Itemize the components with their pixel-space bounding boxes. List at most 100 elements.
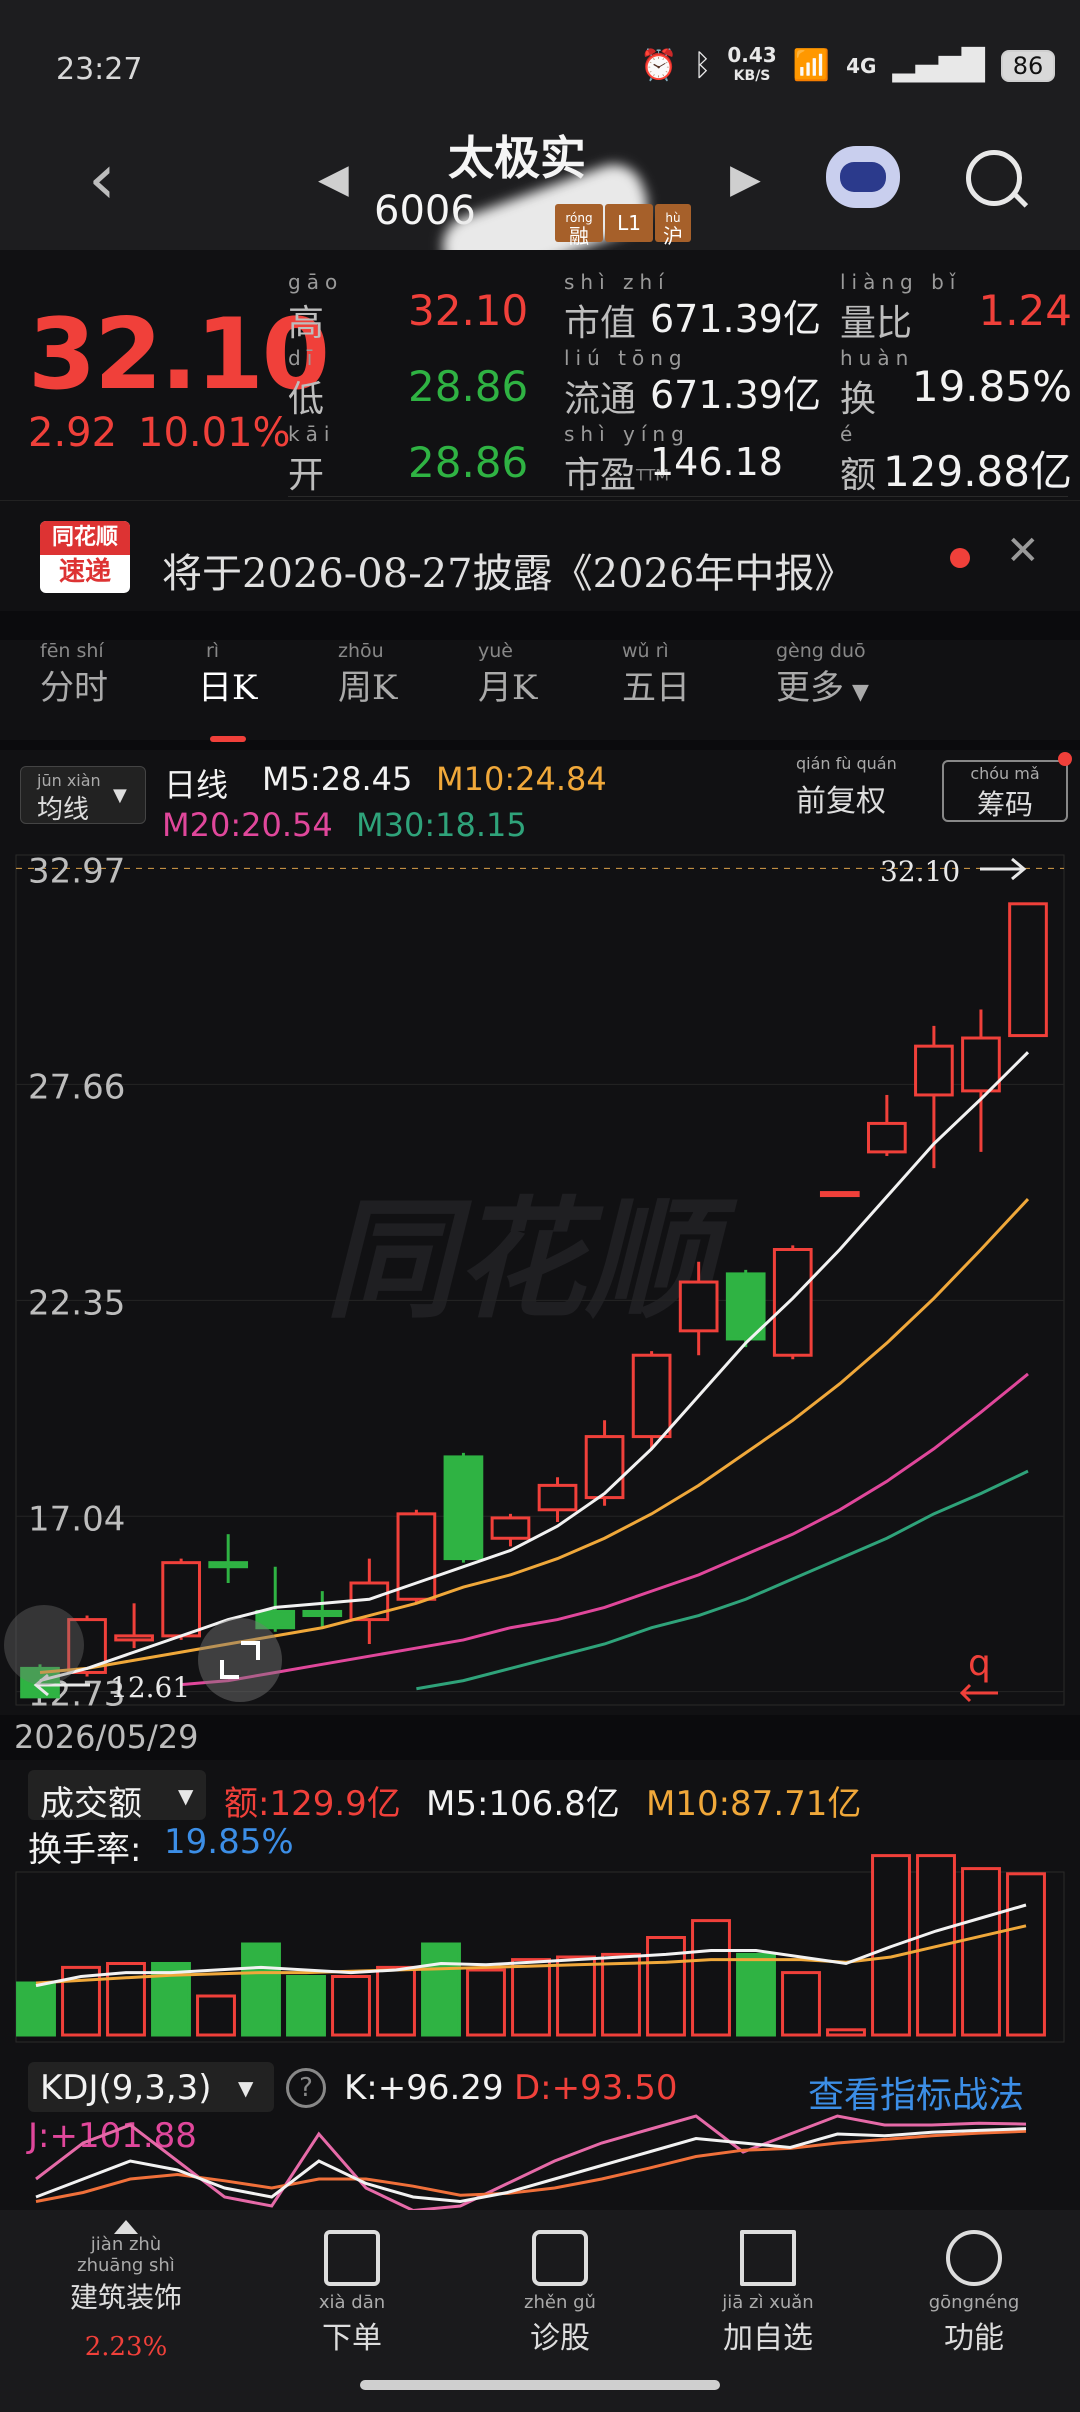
search-icon[interactable] [966,150,1022,206]
plus-icon [740,2230,796,2286]
q-marker-arrow [959,1683,998,1703]
volume-bar [331,1975,371,2037]
sector-change: 2.23% [84,2332,168,2362]
chevron-down-icon: ▼ [113,785,127,806]
quote-value3-0: 1.24 [978,286,1072,335]
next-stock-icon[interactable]: ▶ [730,156,761,202]
home-indicator[interactable] [360,2380,720,2390]
quote-panel: 32.10 2.92 10.01% gāo 高 32.10 shì zhí 市值 671.… [0,250,1080,500]
q-marker-icon: q [968,1643,991,1684]
nav-add-watchlist[interactable]: jiā zì xuǎn 加自选 [698,2230,838,2357]
chevron-down-icon: ▼ [852,680,869,705]
close-icon[interactable]: ✕ [1006,528,1040,574]
battery-indicator: 86 [1000,49,1056,82]
ma10-value: M10:24.84 [436,760,607,798]
price-change-pct: 10.01% [138,410,291,456]
tag-l1: L1 [605,204,653,242]
candle-body [161,1561,201,1638]
current-price: 32.10 [28,298,330,412]
y-tick-label: 27.66 [28,1067,125,1107]
volume-bar [691,1919,731,2037]
chart-tabs: fēn shí 分时 rì 日K zhōu 周K yuè 月K wǔ rì 五日 gèng… [0,640,1080,1372]
menu-icon [946,2230,1002,2286]
chart-start-date: 2026/05/29 [14,1718,199,1756]
volume-bar [736,1952,776,2037]
volume-bar [376,1965,416,2037]
tag-sh: hù 沪 [655,204,691,246]
quote-label3-1: huàn 换 [840,346,915,420]
candlestick-svg[interactable]: 同花顺32.9727.6622.3517.0412.7332.1012.61q [0,845,1080,1715]
nav-functions[interactable]: gōngnéng 功能 [904,2230,1044,2357]
volume-bar [511,1958,551,2037]
stock-name: 太极实 [448,131,586,185]
quote-value3-1: 19.85% [911,362,1072,411]
candle-body [537,1483,578,1512]
ma-selector[interactable]: jūn xiàn 均线 ▼ [20,766,146,825]
tab-intraday[interactable]: fēn shí 分时 [40,640,108,709]
kdj-panel[interactable]: KDJ(9,3,3) ▼ ? K:+96.29 D:+93.50 J:+101.… [0,2050,1080,2220]
tag-margin: róng 融 [555,204,603,246]
adjust-toggle[interactable]: qián fù quán 前复权 [796,754,897,819]
tab-daily-k[interactable]: rì 日K [198,640,257,709]
quote-label3-2: é额 [840,422,877,496]
watermark-text: 同花顺 [325,1184,738,1336]
candle-body [443,1455,484,1561]
volume-bar [781,1971,821,2037]
quote-value2-2: 146.18 [650,440,783,484]
tab-monthly-k[interactable]: yuè 月K [478,640,537,709]
status-icons: ⏰ ᛒ 0.43 KB/S 📶 4G ▂▄▆█ 86 [640,45,1056,85]
tab-five-day[interactable]: wǔ rì 五日 [622,640,690,709]
volume-bar [241,1942,281,2037]
volume-bar [16,1981,56,2037]
stock-header: ‹ ◀ 太极实 6006 róng 融 L1 hù 沪 ▶ [0,100,1080,294]
quote-value2-1: 671.39亿 [650,373,821,417]
alarm-icon: ⏰ [640,48,678,83]
news-banner[interactable]: 同花顺 速递 将于2026-08-27披露《2026年中报》 [0,500,1080,611]
candle-body [867,1121,907,1154]
ma30-line [416,1469,1029,1691]
candle-body [772,1247,813,1357]
candle-body [678,1280,719,1333]
candle-body [1008,902,1048,1038]
active-tab-indicator [210,736,246,742]
y-tick-label: 17.04 [28,1499,125,1539]
signal-label: 4G [846,53,877,78]
bluetooth-icon: ᛒ [693,48,712,83]
chart-header: jūn xiàn 均线 ▼ 日线 M5:28.45 M10:24.84 M20:… [0,750,1080,850]
tab-weekly-k[interactable]: zhōu 周K [338,640,397,709]
quote-divider [288,496,1068,497]
chips-badge [1058,752,1072,766]
volume-bar [421,1942,461,2037]
order-icon [324,2230,380,2286]
quote-value3-2: 129.88亿 [883,447,1072,496]
candle-body [584,1435,625,1500]
ma5-value: M5:28.45 [262,760,413,798]
candle-body [302,1609,343,1618]
volume-bar [826,2028,866,2037]
quote-value2-0: 671.39亿 [650,297,821,341]
back-icon[interactable]: ‹ [88,144,116,214]
prev-stock-icon[interactable]: ◀ [318,156,349,202]
news-text[interactable]: 将于2026-08-27披露《2026年中报》 [162,541,854,599]
price-change: 2.92 [28,410,118,456]
news-logo: 同花顺 速递 [40,521,130,593]
nav-diagnose[interactable]: zhěn gǔ 诊股 [490,2230,630,2357]
candle-body [490,1516,531,1540]
scroll-handle [4,1605,84,1685]
assistant-robot-icon[interactable] [826,146,900,208]
volume-bar [556,1955,596,2037]
high-arrow [980,857,1027,881]
volume-bar [286,1975,326,2037]
candle-body [961,1036,1001,1093]
quote-label-0: gāo 高 [288,270,344,344]
ma20-value: M20:20.54 [162,806,333,844]
volume-panel[interactable]: 成交额 ▼ 额:129.9亿 M5:106.8亿 M10:87.71亿 换手率:… [0,1760,1080,2050]
tab-more[interactable]: gèng duō 更多 ▼ [776,640,869,709]
diagnose-icon [532,2230,588,2286]
quote-label-1: dī 低 [288,346,325,420]
nav-sector[interactable]: jiàn zhù zhuāng shì 建筑装饰 2.23% [56,2234,196,2362]
chevron-up-icon[interactable] [114,2220,138,2234]
candlestick-chart[interactable]: 同花顺 32.97 27.66 22.35 17.04 12.73 32.10 12.61 q [0,845,1080,1715]
nav-order[interactable]: xià dān 下单 [282,2230,422,2357]
chips-button[interactable]: chóu mǎ 筹码 [942,760,1068,822]
